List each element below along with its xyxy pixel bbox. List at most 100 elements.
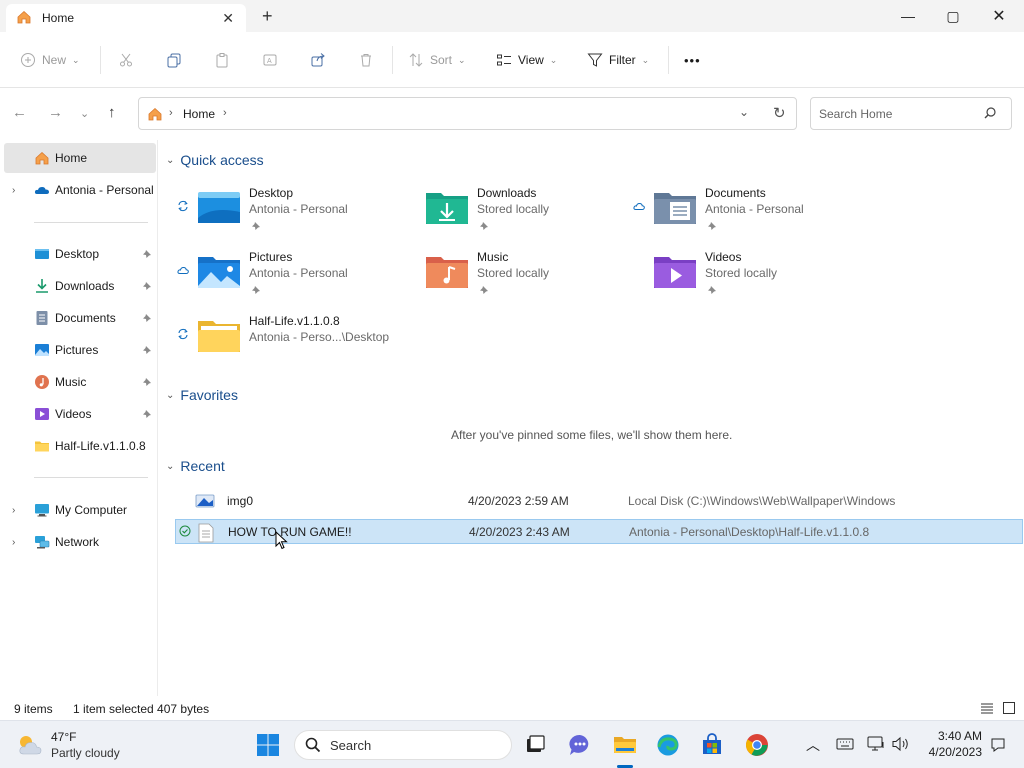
recent-header[interactable]: ⌄ Recent (166, 458, 225, 474)
image-file-icon (195, 492, 215, 510)
chevron-right-icon[interactable]: › (12, 505, 15, 516)
item-location: Antonia - Perso...\Desktop (249, 330, 390, 344)
check-circle-icon[interactable] (179, 525, 191, 540)
keyboard-icon[interactable] (836, 737, 854, 754)
chevron-right-icon[interactable]: › (12, 537, 15, 548)
sync-icon (177, 200, 189, 215)
refresh-icon[interactable]: ↻ (773, 104, 786, 122)
sidebar-item-my-computer[interactable]: › My Computer (0, 495, 156, 525)
sidebar-item-label: Home (55, 151, 88, 165)
file-explorer-icon[interactable] (613, 733, 637, 757)
cloud-icon (177, 264, 189, 279)
windows-start-icon[interactable] (256, 733, 280, 757)
pin-icon[interactable] (142, 280, 152, 294)
cut-button[interactable] (118, 48, 134, 72)
documents-folder-icon (653, 188, 697, 228)
home-icon (147, 106, 163, 125)
recent-row-img0[interactable]: img0 4/20/2023 2:59 AM Local Disk (C:)\W… (175, 489, 1023, 514)
tab-home[interactable]: Home ✕ (6, 4, 246, 32)
taskbar-search-box[interactable]: Search (294, 730, 512, 760)
pin-icon[interactable] (142, 312, 152, 326)
address-bar[interactable]: › Home › ⌄ ↻ (138, 97, 797, 130)
search-icon (983, 106, 997, 123)
close-window-button[interactable]: ✕ (976, 0, 1022, 32)
back-arrow-icon[interactable]: ← (12, 104, 27, 121)
volume-icon[interactable] (891, 736, 911, 755)
view-button[interactable]: View ⌄ (496, 48, 557, 72)
pin-icon[interactable] (142, 408, 152, 422)
sidebar-item-videos[interactable]: Videos (0, 399, 156, 429)
quick-access-item-half-life[interactable]: Half-Life.v1.1.0.8 Antonia - Perso...\De… (177, 314, 397, 370)
sidebar-item-music[interactable]: Music (0, 367, 156, 397)
new-tab-button[interactable]: + (262, 6, 273, 27)
item-name: Half-Life.v1.1.0.8 (249, 314, 340, 328)
quick-access-header[interactable]: ⌄ Quick access (166, 152, 264, 168)
copy-button[interactable] (166, 48, 182, 72)
more-options-button[interactable]: ••• (684, 48, 701, 72)
breadcrumb-chevron-icon[interactable]: › (223, 107, 227, 119)
sidebar-item-label: Network (55, 535, 100, 549)
favorites-header[interactable]: ⌄ Favorites (166, 387, 238, 403)
scissors-icon (120, 53, 132, 67)
sidebar-item-network[interactable]: › Network (0, 527, 156, 557)
pin-icon[interactable] (142, 248, 152, 262)
sidebar-item-documents[interactable]: Documents (0, 303, 156, 333)
breadcrumb-home[interactable]: Home (183, 107, 215, 121)
section-title: Favorites (180, 387, 238, 403)
system-clock[interactable]: 3:40 AM 4/20/2023 (924, 729, 982, 759)
rename-button[interactable]: A (262, 48, 278, 72)
quick-access-item-documents[interactable]: Documents Antonia - Personal (633, 186, 853, 242)
forward-arrow-icon[interactable]: → (48, 104, 63, 121)
yellow-folder-icon (197, 316, 241, 356)
quick-access-item-music[interactable]: Music Stored locally (405, 250, 625, 306)
share-button[interactable] (310, 48, 326, 72)
quick-access-item-pictures[interactable]: Pictures Antonia - Personal (177, 250, 397, 306)
sidebar-item-half-life[interactable]: Half-Life.v1.1.0.8 (0, 431, 156, 461)
item-location: Stored locally (477, 266, 550, 280)
recent-row-how-to-run-game[interactable]: HOW TO RUN GAME!! 4/20/2023 2:43 AM Anto… (175, 519, 1023, 544)
teams-chat-icon[interactable] (568, 733, 592, 757)
sidebar-item-pictures[interactable]: Pictures (0, 335, 156, 365)
sidebar-item-home[interactable]: Home (4, 143, 156, 173)
delete-button[interactable] (358, 48, 374, 72)
notification-icon[interactable] (990, 737, 1006, 756)
pin-icon[interactable] (142, 376, 152, 390)
up-arrow-icon[interactable]: ↑ (108, 104, 116, 121)
search-icon (305, 737, 321, 756)
quick-access-item-videos[interactable]: Videos Stored locally (633, 250, 853, 306)
edge-browser-icon[interactable] (656, 733, 680, 757)
home-icon (34, 150, 50, 166)
paste-button[interactable] (214, 48, 230, 72)
sidebar-item-downloads[interactable]: Downloads (0, 271, 156, 301)
maximize-button[interactable]: ▢ (930, 0, 976, 32)
minimize-button[interactable]: — (885, 0, 931, 32)
address-dropdown-chevron-icon[interactable]: ⌄ (739, 105, 749, 119)
new-button[interactable]: New ⌄ (20, 48, 80, 72)
quick-access-item-desktop[interactable]: Desktop Antonia - Personal (177, 186, 397, 242)
chrome-browser-icon[interactable] (745, 733, 769, 757)
divider (34, 477, 148, 478)
sidebar-item-onedrive[interactable]: › Antonia - Personal (0, 175, 156, 205)
microsoft-store-icon[interactable] (700, 733, 724, 757)
tiles-view-icon[interactable] (1002, 701, 1016, 718)
file-location: Antonia - Personal\Desktop\Half-Life.v1.… (629, 525, 870, 539)
network-status-icon[interactable] (867, 736, 887, 755)
filter-button[interactable]: Filter ⌄ (587, 48, 649, 72)
taskbar-search-label: Search (330, 738, 372, 753)
sidebar-item-desktop[interactable]: Desktop (0, 239, 156, 269)
task-view-icon[interactable] (523, 733, 547, 757)
search-input[interactable]: Search Home (810, 97, 1012, 130)
document-icon (34, 310, 50, 326)
pin-icon[interactable] (142, 344, 152, 358)
quick-access-item-downloads[interactable]: Downloads Stored locally (405, 186, 625, 242)
chevron-up-icon[interactable]: ︿ (806, 735, 820, 755)
sidebar-item-label: Documents (55, 311, 116, 325)
breadcrumb-chevron-icon[interactable]: › (169, 107, 173, 119)
recent-locations-chevron-icon[interactable]: ⌄ (80, 107, 89, 120)
mouse-cursor-icon (275, 530, 289, 554)
tab-close-button[interactable]: ✕ (222, 10, 234, 27)
chevron-right-icon[interactable]: › (12, 185, 15, 196)
sort-button[interactable]: Sort ⌄ (408, 48, 466, 72)
details-view-icon[interactable] (980, 701, 994, 718)
sidebar-item-label: Desktop (55, 247, 100, 261)
